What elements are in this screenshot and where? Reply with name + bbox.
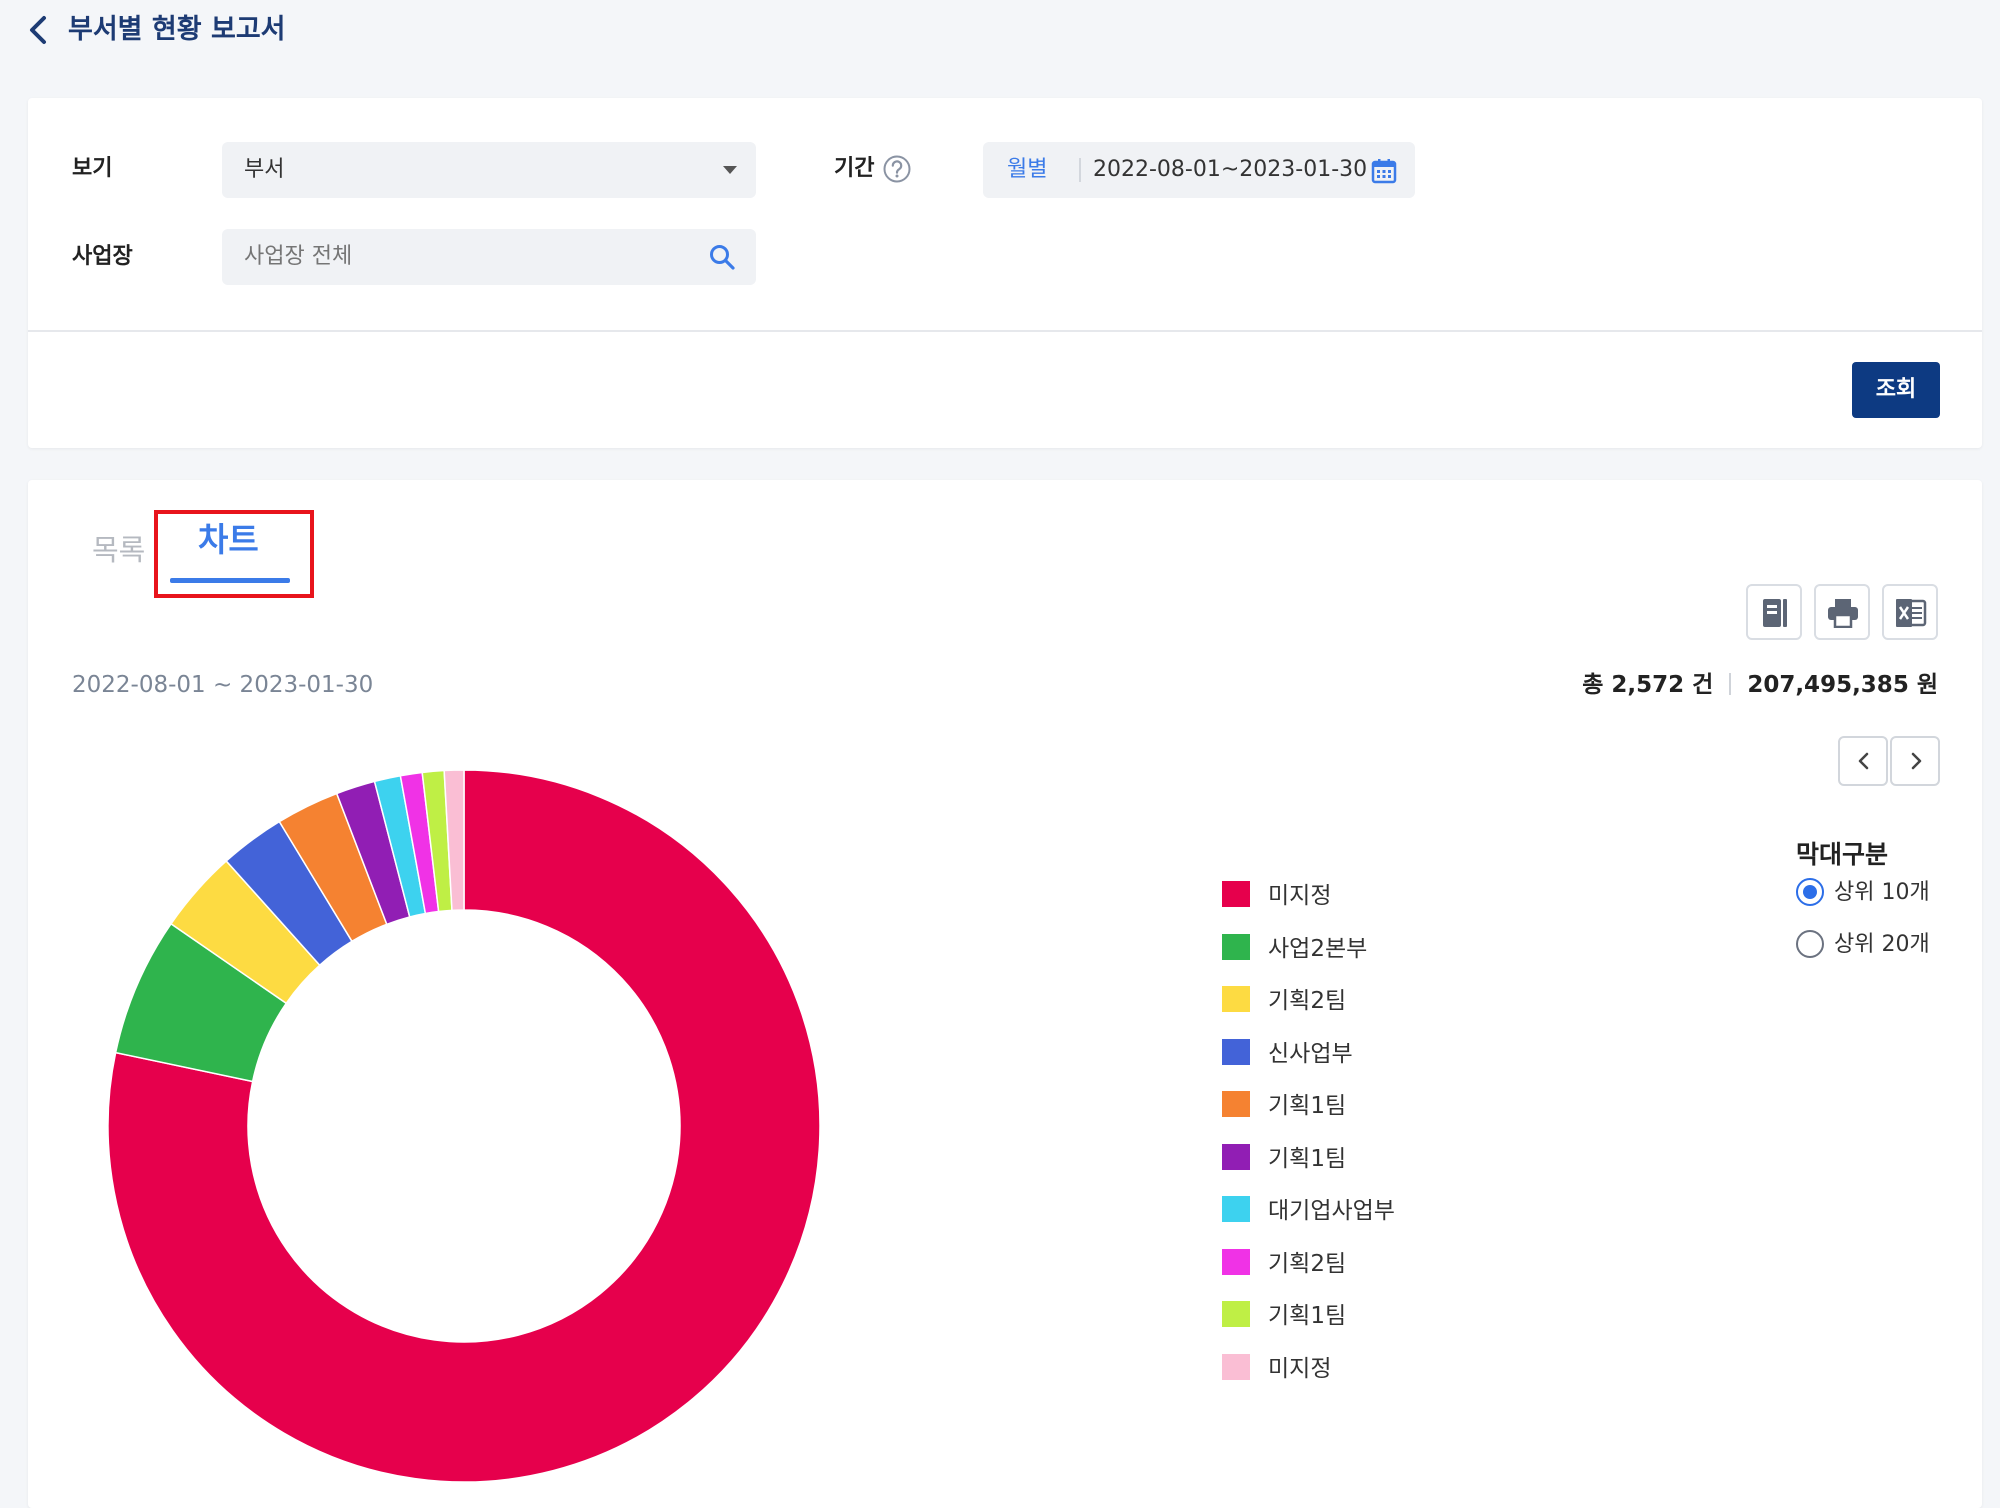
donut-chart xyxy=(108,770,821,1483)
highlight-annotation-box xyxy=(154,510,314,598)
legend-label: 미지정 xyxy=(1268,1355,1332,1382)
filter-divider xyxy=(28,330,1982,332)
period-separator xyxy=(1079,158,1081,182)
legend-item[interactable]: 사업2본부 xyxy=(1222,933,1522,963)
legend-label: 대기업사업부 xyxy=(1268,1198,1395,1224)
legend-label: 기획2팀 xyxy=(1268,1250,1347,1277)
filter-panel: 보기 부서 기간 월별 2022-08-01~2023-01-30 사업장 사업… xyxy=(28,98,1982,560)
legend-label: 미지정 xyxy=(1268,883,1332,909)
site-search-field[interactable] xyxy=(222,229,756,285)
period-picker[interactable]: 월별 2022-08-01~2023-01-30 xyxy=(983,142,1415,198)
result-summary: 총 2,572 건 207,495,385 원 xyxy=(1582,670,1938,700)
legend-swatch xyxy=(1222,1301,1250,1327)
legend-swatch xyxy=(1222,1353,1250,1380)
search-icon[interactable] xyxy=(708,243,736,271)
legend-swatch xyxy=(1222,1248,1250,1275)
chevron-left-icon xyxy=(1858,752,1869,770)
legend-item[interactable]: 기획1팀 xyxy=(1222,1300,1522,1330)
legend-swatch xyxy=(1222,1196,1250,1222)
legend-swatch xyxy=(1222,881,1250,907)
chevron-right-icon xyxy=(1911,752,1922,770)
back-button[interactable] xyxy=(20,10,60,50)
legend-label: 기획1팀 xyxy=(1268,1303,1347,1329)
legend-label: 기획1팀 xyxy=(1268,1093,1347,1119)
radio-top-10-label[interactable]: 상위 10개 xyxy=(1834,878,1930,908)
period-label: 기간 xyxy=(834,156,875,181)
site-label: 사업장 xyxy=(72,244,133,269)
printer-icon xyxy=(1828,599,1858,628)
period-range: 2022-08-01~2023-01-30 xyxy=(1093,157,1368,182)
view-select-value: 부서 xyxy=(244,157,285,182)
next-page-button[interactable] xyxy=(1890,736,1940,786)
legend-item[interactable]: 미지정 xyxy=(1222,880,1522,910)
page-title: 부서별 현황 보고서 xyxy=(68,14,286,45)
legend-label: 사업2본부 xyxy=(1268,935,1368,962)
radio-top-10[interactable] xyxy=(1796,878,1824,906)
chart-legend: 미지정 사업2본부 기획2팀 신사업부 기획1팀 기획1팀 대기업사업부 기획2팀 기획1팀 미지… xyxy=(1222,880,1522,1400)
total-count: 총 2,572 건 xyxy=(1582,672,1714,698)
radio-top-20-label[interactable]: 상위 20개 xyxy=(1834,930,1930,960)
legend-item[interactable]: 신사업부 xyxy=(1222,1038,1522,1068)
bar-group-title: 막대구분 xyxy=(1796,840,1889,869)
summary-separator xyxy=(1729,673,1732,695)
legend-item[interactable]: 기획2팀 xyxy=(1222,985,1522,1015)
legend-label: 신사업부 xyxy=(1268,1040,1353,1067)
legend-label: 기획1팀 xyxy=(1268,1145,1347,1172)
legend-item[interactable]: 기획2팀 xyxy=(1222,1248,1522,1278)
total-amount: 207,495,385 원 xyxy=(1747,672,1938,698)
legend-item[interactable]: 대기업사업부 xyxy=(1222,1195,1522,1225)
legend-swatch xyxy=(1222,1143,1250,1170)
caret-down-icon xyxy=(723,166,737,174)
legend-swatch xyxy=(1222,1038,1250,1065)
legend-swatch xyxy=(1222,933,1250,960)
result-date-range: 2022-08-01 ~ 2023-01-30 xyxy=(72,672,374,698)
help-icon[interactable] xyxy=(882,154,912,184)
calendar-icon[interactable] xyxy=(1371,158,1397,184)
print-button[interactable] xyxy=(1814,584,1870,640)
legend-item[interactable]: 기획1팀 xyxy=(1222,1090,1522,1120)
legend-swatch xyxy=(1222,1091,1250,1117)
radio-top-20[interactable] xyxy=(1796,930,1824,958)
period-mode[interactable]: 월별 xyxy=(1007,142,1047,198)
document-icon xyxy=(1763,599,1787,627)
site-search-input[interactable] xyxy=(244,229,694,285)
legend-item[interactable]: 기획1팀 xyxy=(1222,1143,1522,1173)
view-label: 보기 xyxy=(72,156,113,181)
result-panel: 목록 차트 2022-08-01 ~ 2023-01-30 총 2,572 건2… xyxy=(28,480,1982,1508)
legend-label: 기획2팀 xyxy=(1268,988,1347,1014)
excel-export-button[interactable] xyxy=(1882,584,1938,640)
excel-icon xyxy=(1896,599,1927,627)
tab-list[interactable]: 목록 xyxy=(92,530,145,570)
prev-page-button[interactable] xyxy=(1838,736,1888,786)
search-button[interactable]: 조회 xyxy=(1852,362,1940,418)
report-button[interactable] xyxy=(1746,584,1802,640)
legend-swatch xyxy=(1222,986,1250,1012)
view-select[interactable]: 부서 xyxy=(222,142,756,198)
chevron-left-icon xyxy=(30,16,46,44)
legend-item[interactable]: 미지정 xyxy=(1222,1353,1522,1383)
